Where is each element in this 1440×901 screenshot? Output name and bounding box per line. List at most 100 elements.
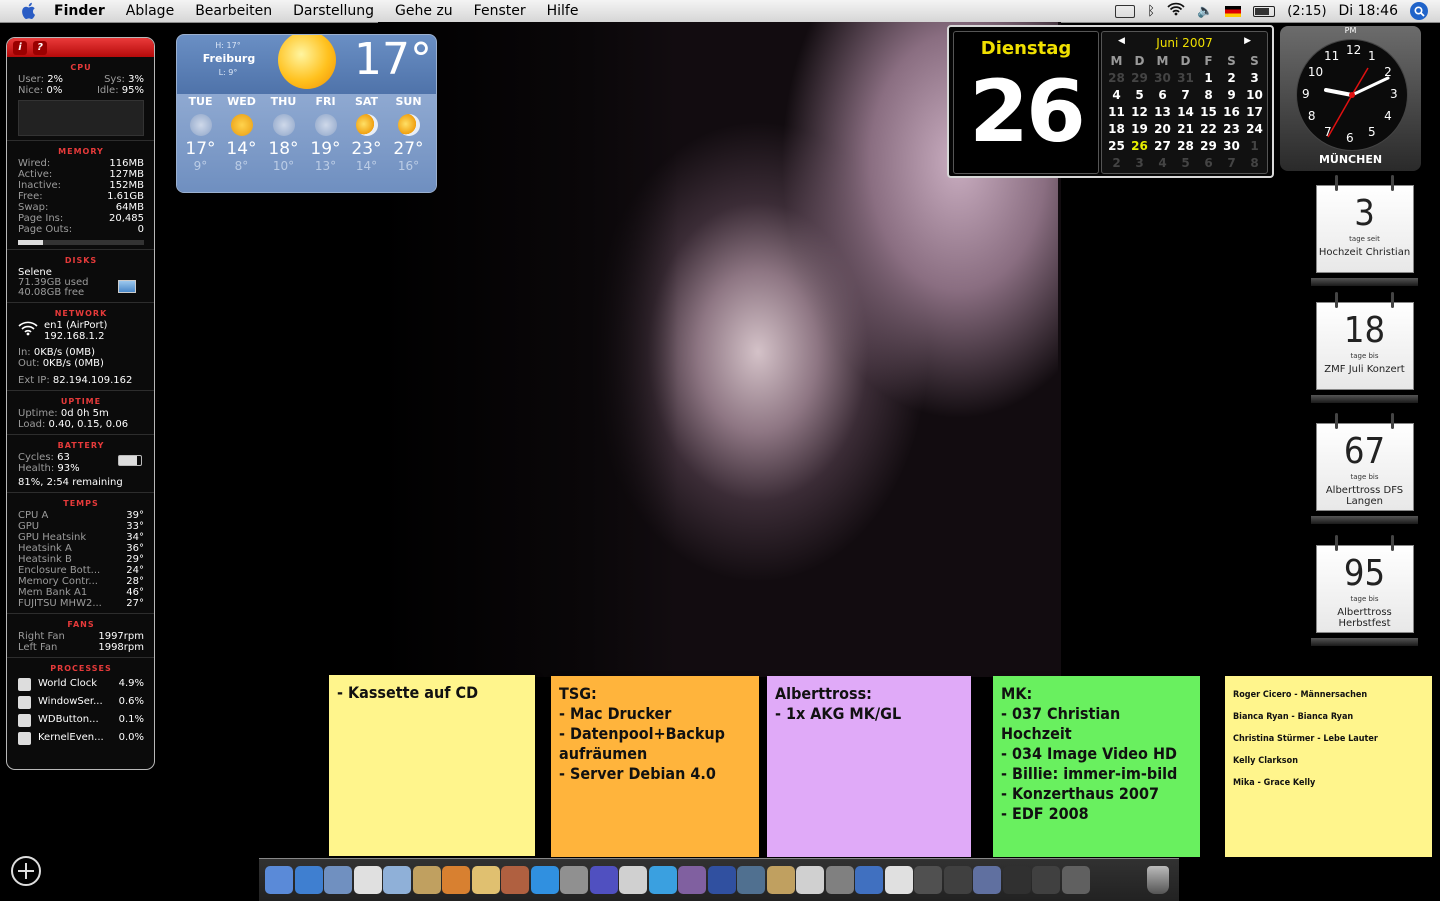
calendar-day[interactable]: 28 bbox=[1174, 137, 1197, 154]
dock-app-icon[interactable] bbox=[589, 866, 618, 894]
menu-darstellung[interactable]: Darstellung bbox=[293, 3, 374, 19]
calendar-day[interactable]: 8 bbox=[1243, 154, 1266, 171]
trash-icon[interactable] bbox=[1147, 866, 1169, 894]
calendar-day[interactable]: 3 bbox=[1243, 69, 1266, 86]
dock-app-icon[interactable] bbox=[825, 866, 854, 894]
menu-gehe-zu[interactable]: Gehe zu bbox=[395, 3, 453, 19]
apple-menu-icon[interactable] bbox=[18, 1, 38, 21]
weather-widget[interactable]: H: 17° Freiburg L: 9° 17° TUE 17° 9° WED 14°… bbox=[176, 34, 437, 193]
dock-app-icon[interactable] bbox=[737, 866, 765, 894]
battery-icon[interactable] bbox=[1253, 5, 1276, 17]
keyboard-icon[interactable] bbox=[1115, 4, 1136, 18]
menu-finder[interactable]: Finder bbox=[54, 3, 105, 19]
calendar-day[interactable]: 23 bbox=[1220, 120, 1243, 137]
calendar-day[interactable]: 18 bbox=[1105, 120, 1128, 137]
spotlight-icon[interactable] bbox=[1410, 2, 1428, 20]
dock-app-icon[interactable] bbox=[560, 866, 588, 894]
help-icon[interactable]: ? bbox=[33, 40, 47, 55]
calendar-day[interactable]: 16 bbox=[1220, 103, 1243, 120]
info-icon[interactable]: i bbox=[13, 40, 27, 55]
calendar-day[interactable]: 19 bbox=[1128, 120, 1151, 137]
sticky-note[interactable]: Roger Cicero - Männersachen Bianca Ryan … bbox=[1225, 676, 1432, 857]
process-row[interactable]: WindowSer... 0.6% bbox=[18, 693, 144, 711]
calendar-day[interactable]: 29 bbox=[1128, 69, 1151, 86]
dock-app-icon[interactable] bbox=[501, 866, 529, 894]
flag-icon[interactable] bbox=[1225, 5, 1242, 17]
dock-app-icon[interactable] bbox=[796, 866, 824, 894]
calendar-day[interactable]: 30 bbox=[1220, 137, 1243, 154]
calendar-day[interactable]: 22 bbox=[1197, 120, 1220, 137]
calendar-day[interactable]: 28 bbox=[1105, 69, 1128, 86]
dock-app-icon[interactable] bbox=[973, 866, 1001, 894]
next-month-icon[interactable]: ▶ bbox=[1244, 36, 1251, 46]
calendar-day[interactable]: 11 bbox=[1105, 103, 1128, 120]
dock-app-icon[interactable] bbox=[442, 866, 470, 894]
add-widget-icon[interactable] bbox=[11, 856, 41, 886]
calendar-day[interactable]: 9 bbox=[1220, 86, 1243, 103]
dock-app-icon[interactable] bbox=[766, 866, 795, 894]
bluetooth-icon[interactable]: ᛒ bbox=[1147, 4, 1155, 19]
countdown-widget[interactable]: 95 tage bis Alberttross Herbstfest bbox=[1311, 535, 1418, 648]
calendar-day[interactable]: 3 bbox=[1128, 154, 1151, 171]
calendar-day[interactable]: 5 bbox=[1128, 86, 1151, 103]
calendar-day[interactable]: 24 bbox=[1243, 120, 1266, 137]
calendar-day[interactable]: 21 bbox=[1174, 120, 1197, 137]
dock-app-icon[interactable] bbox=[855, 866, 883, 894]
calendar-day[interactable]: 15 bbox=[1197, 103, 1220, 120]
calendar-day[interactable]: 26 bbox=[1128, 137, 1151, 154]
dock-app-icon[interactable] bbox=[324, 866, 352, 894]
countdown-widget[interactable]: 3 tage seit Hochzeit Christian bbox=[1311, 175, 1418, 288]
dock-app-icon[interactable] bbox=[383, 866, 411, 894]
calendar-day[interactable]: 31 bbox=[1174, 69, 1197, 86]
calendar-day[interactable]: 25 bbox=[1105, 137, 1128, 154]
sticky-note[interactable]: Alberttross: - 1x AKG MK/GL bbox=[767, 676, 971, 857]
dock-app-icon[interactable] bbox=[1002, 866, 1031, 894]
volume-icon[interactable]: 🔈 bbox=[1197, 4, 1213, 19]
process-row[interactable]: KernelEven... 0.0% bbox=[18, 729, 144, 747]
dock-app-icon[interactable] bbox=[1032, 866, 1060, 894]
calendar-day[interactable]: 1 bbox=[1243, 137, 1266, 154]
dock-app-icon[interactable] bbox=[1061, 866, 1090, 894]
sticky-note[interactable]: MK: - 037 Christian Hochzeit - 034 Image… bbox=[993, 676, 1200, 857]
process-row[interactable]: World Clock 4.9% bbox=[18, 675, 144, 693]
menubar-clock[interactable]: Di 18:46 bbox=[1339, 3, 1398, 19]
battery-time[interactable]: (2:15) bbox=[1287, 4, 1326, 19]
menu-fenster[interactable]: Fenster bbox=[474, 3, 526, 19]
calendar-day[interactable]: 27 bbox=[1151, 137, 1174, 154]
dock-app-icon[interactable] bbox=[648, 866, 677, 894]
menu-bearbeiten[interactable]: Bearbeiten bbox=[195, 3, 272, 19]
calendar-day[interactable]: 13 bbox=[1151, 103, 1174, 120]
calendar-day[interactable]: 6 bbox=[1151, 86, 1174, 103]
dock-app-icon[interactable] bbox=[265, 866, 293, 894]
calendar-day[interactable]: 17 bbox=[1243, 103, 1266, 120]
calendar-day[interactable]: 29 bbox=[1197, 137, 1220, 154]
calendar-day[interactable]: 7 bbox=[1220, 154, 1243, 171]
countdown-widget[interactable]: 67 tage bis Alberttross DFS Langen bbox=[1311, 413, 1418, 526]
calendar-day[interactable]: 4 bbox=[1151, 154, 1174, 171]
dock-app-icon[interactable] bbox=[707, 866, 736, 894]
dock-app-icon[interactable] bbox=[412, 866, 441, 894]
menu-hilfe[interactable]: Hilfe bbox=[547, 3, 579, 19]
calendar-day[interactable]: 6 bbox=[1197, 154, 1220, 171]
calendar-day[interactable]: 12 bbox=[1128, 103, 1151, 120]
calendar-day[interactable]: 10 bbox=[1243, 86, 1266, 103]
dock-app-icon[interactable] bbox=[294, 866, 323, 894]
calendar-day[interactable]: 7 bbox=[1174, 86, 1197, 103]
istat-pro-widget[interactable]: i ? CPU User: 2% Sys: 3% Nice: 0% Idle: 95… bbox=[6, 37, 155, 770]
menu-ablage[interactable]: Ablage bbox=[126, 3, 174, 19]
dock-app-icon[interactable] bbox=[619, 866, 647, 894]
dock-app-icon[interactable] bbox=[471, 866, 500, 894]
wifi-icon[interactable] bbox=[1167, 2, 1185, 20]
sticky-note[interactable]: - Kassette auf CD bbox=[329, 675, 535, 856]
countdown-widget[interactable]: 18 tage bis ZMF Juli Konzert bbox=[1311, 292, 1418, 405]
dock-app-icon[interactable] bbox=[914, 866, 942, 894]
dock-app-icon[interactable] bbox=[530, 866, 559, 894]
calendar-day[interactable]: 1 bbox=[1197, 69, 1220, 86]
world-clock-widget[interactable]: PM 12 1 2 3 4 5 6 7 8 9 10 11 MÜNCHEN bbox=[1280, 26, 1421, 171]
calendar-day[interactable]: 2 bbox=[1220, 69, 1243, 86]
calendar-day[interactable]: 2 bbox=[1105, 154, 1128, 171]
calendar-day[interactable]: 20 bbox=[1151, 120, 1174, 137]
sticky-note[interactable]: TSG: - Mac Drucker - Datenpool+Backup au… bbox=[551, 676, 759, 857]
dock-app-icon[interactable] bbox=[943, 866, 972, 894]
process-row[interactable]: WDButton... 0.1% bbox=[18, 711, 144, 729]
